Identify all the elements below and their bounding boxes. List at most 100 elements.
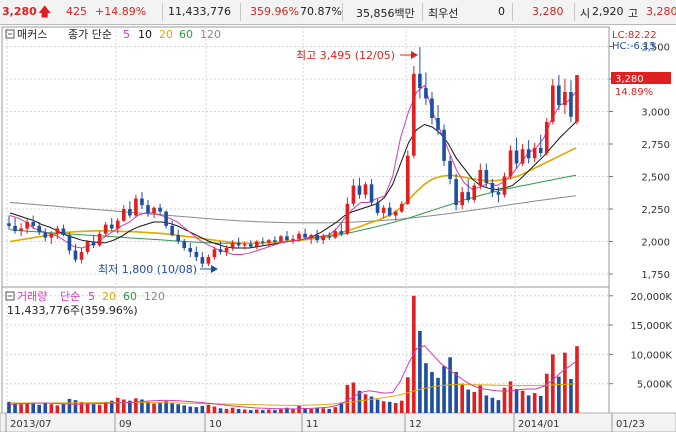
candle-body bbox=[224, 248, 229, 252]
candle-body bbox=[291, 238, 295, 241]
price-tick-label: 2,750 bbox=[641, 140, 670, 151]
divider bbox=[512, 3, 513, 21]
candle-body bbox=[212, 249, 217, 258]
price-tick-label: 2,250 bbox=[641, 205, 670, 216]
candle-body bbox=[430, 98, 434, 118]
divider bbox=[162, 3, 163, 21]
volume-bar bbox=[248, 410, 253, 413]
candle-body bbox=[575, 75, 579, 122]
candle-body bbox=[128, 209, 132, 216]
candle-body bbox=[526, 149, 531, 159]
indicator-name[interactable]: 매커스 bbox=[17, 28, 47, 41]
volume-bar bbox=[478, 385, 483, 413]
date-tick-label: 2014/01 bbox=[518, 419, 560, 430]
volume-bar bbox=[25, 403, 29, 413]
price-change-percent: +14.89% bbox=[95, 5, 147, 18]
volume-bar bbox=[321, 408, 326, 413]
volume-ma-period-60: 60 bbox=[123, 290, 137, 303]
volume-bar bbox=[375, 399, 380, 413]
volume-bar bbox=[490, 397, 495, 413]
volume-ma-title: 단순 bbox=[60, 290, 80, 303]
volume-bar bbox=[176, 404, 181, 413]
volume-axis: 5,000K 10,000K 15,000K 20,000K bbox=[609, 292, 672, 391]
volume-bar bbox=[363, 394, 368, 413]
date-tick-label: 12 bbox=[409, 419, 422, 430]
divider bbox=[574, 3, 575, 21]
volume-bar bbox=[97, 404, 102, 413]
candle-body bbox=[67, 235, 72, 251]
candle-body bbox=[466, 192, 471, 200]
candle-body bbox=[454, 179, 458, 206]
candle-body bbox=[375, 202, 380, 213]
volume-value: 11,433,776 bbox=[168, 5, 231, 18]
volume-bar bbox=[230, 407, 235, 413]
candle-body bbox=[303, 233, 307, 238]
volume-bar bbox=[85, 403, 90, 413]
candle-body bbox=[448, 160, 452, 180]
volume-bar bbox=[206, 404, 211, 413]
volume-bar bbox=[526, 395, 531, 413]
volume-bar bbox=[436, 377, 440, 413]
volume-bar bbox=[19, 404, 23, 413]
candle-body bbox=[61, 228, 66, 235]
candle-body bbox=[285, 236, 289, 241]
candle-body bbox=[569, 92, 573, 117]
candle-body bbox=[339, 231, 344, 234]
chart-frames bbox=[0, 26, 676, 432]
candle-body bbox=[351, 185, 356, 204]
volume-bar bbox=[236, 408, 241, 413]
candle-body bbox=[122, 209, 126, 221]
candle-body bbox=[146, 205, 150, 213]
candle-body bbox=[13, 225, 17, 232]
volume-bar bbox=[508, 381, 513, 413]
volume-bar bbox=[43, 402, 48, 413]
candle-body bbox=[496, 192, 501, 195]
volume-bar bbox=[55, 405, 60, 413]
price-tick-label: 1,750 bbox=[641, 270, 670, 281]
volume-bar bbox=[67, 398, 72, 413]
candle-body bbox=[550, 85, 555, 122]
price-tick-label: 2,500 bbox=[641, 173, 670, 184]
volume-bar bbox=[514, 388, 519, 413]
volume-tick-label: 10,000K bbox=[630, 350, 672, 361]
candle-body bbox=[381, 207, 386, 213]
candle-body bbox=[194, 251, 199, 258]
candle-body bbox=[206, 257, 211, 264]
price-tag-percent: 14.89% bbox=[615, 87, 653, 98]
candle-body bbox=[7, 223, 11, 226]
candle-body bbox=[557, 85, 561, 105]
candle-body bbox=[508, 150, 513, 177]
volume-bar bbox=[79, 401, 84, 413]
price-tag-value: 3,280 bbox=[615, 74, 644, 85]
volume-bar bbox=[267, 409, 271, 413]
candle-body bbox=[182, 241, 187, 248]
quote-bar: 3,280 🡅 425 +14.89% 11,433,776 359.96% 7… bbox=[0, 0, 676, 25]
volume-bar bbox=[170, 403, 174, 413]
volume-bar bbox=[194, 407, 199, 413]
current-price: 3,280 bbox=[2, 5, 37, 18]
up-arrow-icon: 🡅 bbox=[38, 5, 52, 20]
volume-bar bbox=[399, 400, 404, 413]
volume-bar bbox=[260, 410, 265, 413]
ma-title: 종가 단순 bbox=[68, 28, 112, 41]
high-note: 최고 3,495 (12/05) bbox=[296, 49, 395, 62]
volume-bar bbox=[381, 401, 386, 413]
volume-title[interactable]: 거래량 bbox=[17, 290, 47, 303]
volume-bar bbox=[73, 400, 78, 413]
candle-body bbox=[152, 207, 156, 213]
candle-body bbox=[502, 176, 507, 195]
stock-chart[interactable]: 1,7502,0002,2502,5002,7503,0003,2503,500… bbox=[0, 24, 676, 432]
date-tick-label: 11 bbox=[306, 419, 319, 430]
volume-readout: 11,433,776주(359.96%) bbox=[7, 304, 138, 317]
candle-body bbox=[73, 250, 78, 260]
open-label: 시 bbox=[580, 7, 591, 20]
date-tick-label: 10 bbox=[209, 419, 222, 430]
candle-body bbox=[478, 170, 483, 186]
candle-body bbox=[218, 249, 223, 252]
candle-body bbox=[158, 207, 162, 212]
volume-bar bbox=[418, 330, 422, 413]
candle-body bbox=[442, 129, 446, 161]
hc-label: HC:-6.15 bbox=[612, 41, 656, 52]
candle-body bbox=[140, 198, 144, 206]
best-price: 3,280 bbox=[532, 5, 564, 18]
